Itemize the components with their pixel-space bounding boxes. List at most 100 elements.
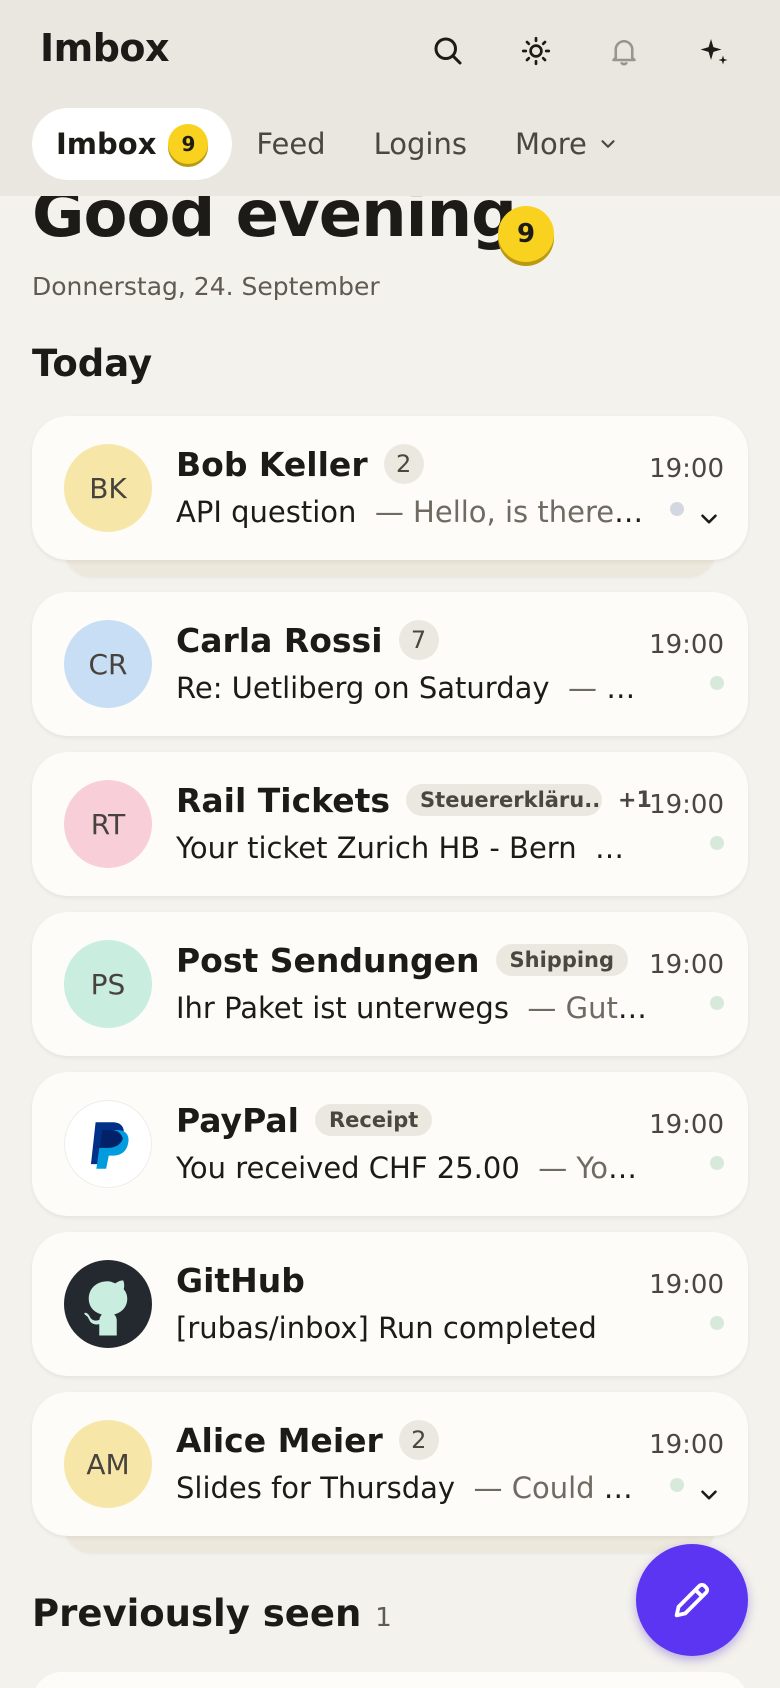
- tab-label: Feed: [256, 127, 326, 161]
- read-dot: [710, 996, 724, 1010]
- section-title-today: Today: [32, 342, 153, 385]
- email-sender: GitHub: [176, 1260, 305, 1300]
- label-tag: Receipt: [314, 1104, 433, 1136]
- email-subject-line: [rubas/inbox] Run completed: [176, 1306, 648, 1350]
- email-time: 19:00: [649, 454, 724, 484]
- avatar: [64, 1100, 152, 1188]
- bell-icon: [612, 40, 636, 66]
- avatar: BK: [64, 444, 152, 532]
- email-subject-line: API question — Hello, is there any updat…: [176, 490, 648, 534]
- email-item[interactable]: AM Alice Meier 2 Slides for Thursday — C…: [32, 1392, 748, 1536]
- email-time: 19:00: [649, 1270, 724, 1300]
- email-item[interactable]: PS Post Sendungen Shipping Ihr Paket ist…: [32, 912, 748, 1056]
- paypal-logo-icon: [90, 1122, 129, 1169]
- avatar: RT: [64, 780, 152, 868]
- email-subject: Re: Uetliberg on Saturday: [176, 671, 550, 705]
- email-subject: Your ticket Zurich HB - Bern: [176, 831, 577, 865]
- email-time: 19:00: [649, 1110, 724, 1140]
- email-snippet: — Your ticket: [595, 831, 648, 865]
- tab-more[interactable]: More: [491, 108, 643, 180]
- email-item[interactable]: CR Carla Rossi 7 Re: Uetliberg on Saturd…: [32, 592, 748, 736]
- email-sender: Bob Keller: [176, 444, 368, 484]
- email-sender-row: Alice Meier 2: [176, 1418, 439, 1462]
- tab-imbox[interactable]: Imbox 9: [32, 108, 233, 180]
- unread-dot: [670, 502, 684, 516]
- email-subject-line: Ihr Paket ist unterwegs — Guten Tag: [176, 986, 648, 1030]
- email-subject: Slides for Thursday: [176, 1471, 456, 1505]
- read-dot: [710, 836, 724, 850]
- search-button[interactable]: [428, 31, 468, 71]
- email-sender-row: Carla Rossi 7: [176, 618, 439, 662]
- email-time: 19:00: [649, 630, 724, 660]
- email-subject-line: Re: Uetliberg on Saturday — Sounds good: [176, 666, 648, 710]
- tab-label: Imbox: [56, 127, 157, 161]
- email-snippet: — You received: [538, 1151, 648, 1185]
- brightness-icon: [521, 36, 551, 66]
- compose-button[interactable]: [636, 1544, 748, 1656]
- tab-label: Logins: [373, 127, 467, 161]
- email-subject: Ihr Paket ist unterwegs: [176, 991, 509, 1025]
- read-dot: [710, 1316, 724, 1330]
- email-sender: Post Sendungen: [176, 940, 480, 980]
- notifications-button[interactable]: [604, 31, 644, 71]
- email-item[interactable]: BK Bob Keller 2 API question — Hello, is…: [32, 416, 748, 560]
- search-icon: [434, 37, 462, 65]
- tab-logins[interactable]: Logins: [350, 108, 491, 180]
- pencil-icon: [674, 1583, 709, 1618]
- expand-thread-chevron-icon[interactable]: [696, 1482, 722, 1508]
- read-dot: [710, 676, 724, 690]
- tab-label: More: [514, 127, 587, 161]
- section-title-previously-seen: Previously seen 1: [32, 1592, 392, 1635]
- read-dot: [710, 1156, 724, 1170]
- email-item[interactable]: PayPal Receipt You received CHF 25.00 — …: [32, 1072, 748, 1216]
- email-item[interactable]: GitHub [rubas/inbox] Run completed 19:00: [32, 1232, 748, 1376]
- email-subject: API question: [176, 495, 357, 529]
- email-snippet: — Sounds good: [567, 671, 648, 705]
- email-time: 19:00: [649, 1430, 724, 1460]
- email-time: 19:00: [649, 790, 724, 820]
- app-title: Imbox: [40, 26, 170, 70]
- email-subject: You received CHF 25.00: [176, 1151, 520, 1185]
- avatar: AM: [64, 1420, 152, 1508]
- email-snippet: — Hello, is there any update?: [374, 495, 648, 529]
- greeting-count-badge: 9: [498, 206, 554, 262]
- email-snippet: — Could you: [473, 1471, 648, 1505]
- email-item[interactable]: [32, 1672, 748, 1688]
- avatar: CR: [64, 620, 152, 708]
- email-subject-line: Slides for Thursday — Could you: [176, 1466, 648, 1510]
- tab-feed[interactable]: Feed: [232, 108, 349, 180]
- email-snippet: — Guten Tag: [527, 991, 648, 1025]
- email-time: 19:00: [649, 950, 724, 980]
- thread-count-badge: 2: [398, 1420, 439, 1460]
- label-tag: Shipping: [495, 944, 629, 976]
- email-sender: Rail Tickets: [176, 780, 391, 820]
- thread-count-badge: 2: [383, 444, 424, 484]
- email-sender-row: Post Sendungen Shipping: [176, 938, 629, 982]
- top-header: Imbox Imbox 9 Feed Logins More: [0, 0, 780, 196]
- section-count: 1: [375, 1603, 392, 1633]
- email-sender: Carla Rossi: [176, 620, 383, 660]
- email-sender: PayPal: [176, 1100, 299, 1140]
- more-labels-count: +1: [618, 787, 652, 813]
- read-dot: [670, 1478, 684, 1492]
- unread-count-badge: 9: [168, 124, 209, 164]
- ai-assistant-button[interactable]: [694, 31, 734, 71]
- email-subject-line: Your ticket Zurich HB - Bern — Your tick…: [176, 826, 648, 870]
- theme-toggle-button[interactable]: [516, 31, 556, 71]
- email-item[interactable]: RT Rail Tickets Steuererkläru... +1 Your…: [32, 752, 748, 896]
- section-title-text: Previously seen: [32, 1592, 362, 1635]
- email-sender-row: Rail Tickets Steuererkläru... +1: [176, 778, 652, 822]
- email-sender-row: PayPal Receipt: [176, 1098, 433, 1142]
- email-subject: [rubas/inbox] Run completed: [176, 1311, 597, 1345]
- email-subject-line: You received CHF 25.00 — You received: [176, 1146, 648, 1190]
- current-date: Donnerstag, 24. September: [32, 272, 380, 301]
- chevron-down-icon: [601, 140, 615, 148]
- thread-count-badge: 7: [398, 620, 439, 660]
- expand-thread-chevron-icon[interactable]: [696, 506, 722, 532]
- label-tag: Steuererkläru...: [406, 784, 603, 816]
- email-sender: Alice Meier: [176, 1420, 383, 1460]
- mailbox-tabs: Imbox 9 Feed Logins More: [32, 108, 643, 180]
- avatar: [64, 1260, 152, 1348]
- github-logo-icon: [84, 1280, 128, 1336]
- sparkle-icon: [700, 39, 728, 65]
